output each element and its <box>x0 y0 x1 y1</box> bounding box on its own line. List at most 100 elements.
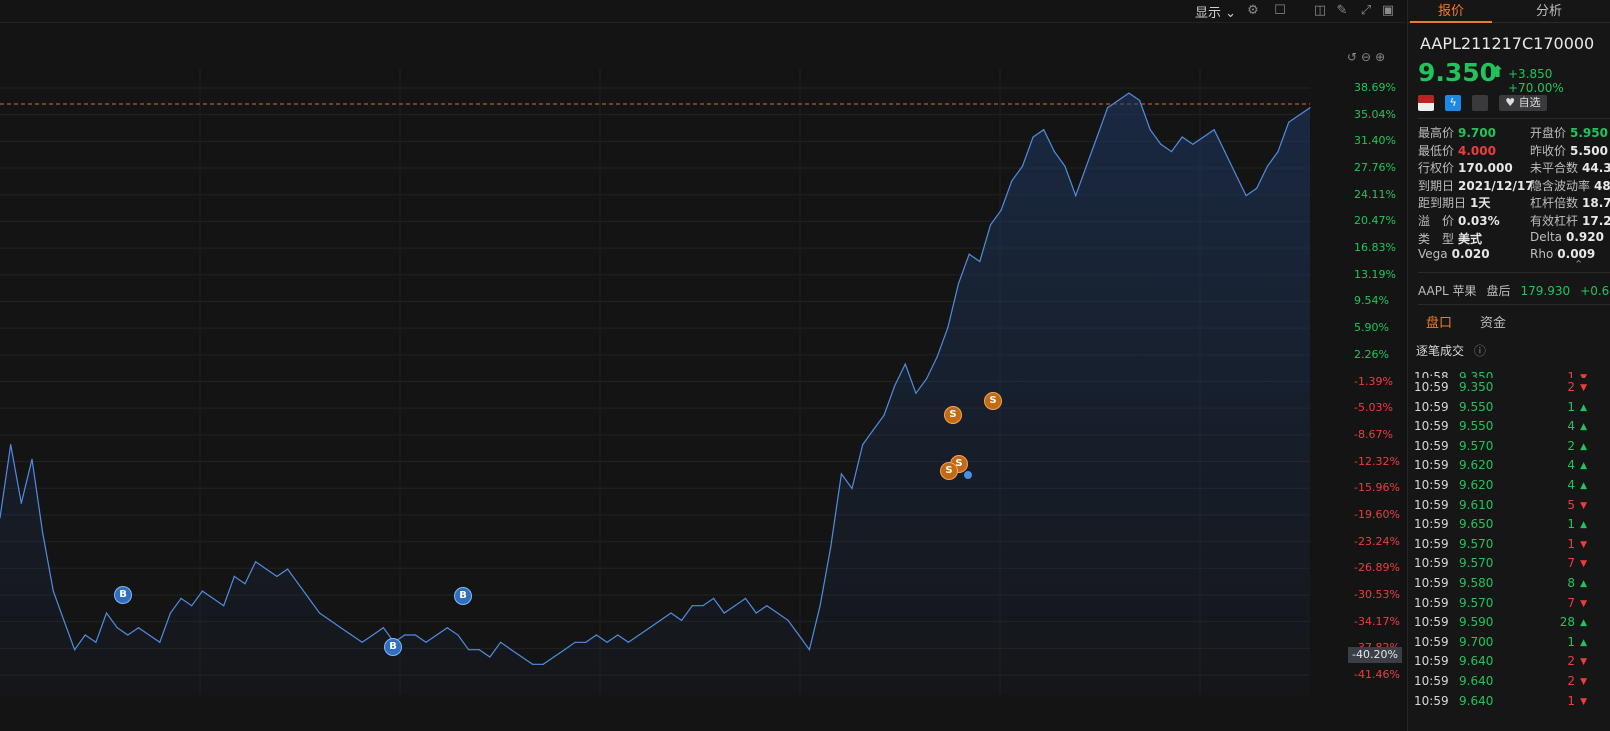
stat-value: 48. <box>1594 178 1610 193</box>
settings-icon[interactable]: ⚙ <box>1245 3 1261 19</box>
data-point <box>63 619 65 622</box>
stat-row: 最高价 9.700 <box>1418 124 1496 141</box>
data-point <box>201 590 203 592</box>
data-point <box>74 649 76 651</box>
data-point <box>1096 136 1098 138</box>
data-point <box>1021 165 1024 167</box>
trade-time: 10:59 <box>1414 693 1449 708</box>
data-point <box>105 612 108 614</box>
data-point <box>1043 129 1045 131</box>
checkbox-icon[interactable]: ☐ <box>1272 3 1288 19</box>
trade-price: 9.620 <box>1459 477 1494 492</box>
us-flag-icon <box>1418 94 1434 111</box>
down-triangle-icon: ▼ <box>1580 696 1587 707</box>
trades-header: 逐笔成交 ⓘ <box>1416 342 1486 359</box>
buy-marker[interactable]: B <box>114 586 132 604</box>
active-tab-indicator <box>1410 21 1492 23</box>
tab-analysis[interactable]: 分析 <box>1536 0 1562 19</box>
data-point <box>255 561 257 563</box>
data-point <box>1107 107 1109 109</box>
trade-volume: 1 <box>1567 370 1575 378</box>
down-triangle-icon: ▼ <box>1580 383 1587 393</box>
up-triangle-icon: ▲ <box>1580 520 1587 531</box>
y-tick-label: 20.47% <box>1354 214 1396 228</box>
current-value-label: -40.20% <box>1348 647 1402 663</box>
data-point <box>1000 209 1002 211</box>
data-point <box>244 583 246 585</box>
data-point <box>1288 121 1290 123</box>
data-point <box>159 641 161 643</box>
trade-row: 10:59 9.570 7 ▼ <box>1408 594 1610 614</box>
chart-area[interactable]: 显示 ⌄ ⚙ ☐ ◫ ✎ ⤢ ▣ ↺⊖⊕ 38.69% 35.04% 31.40% 2… <box>0 0 1405 731</box>
tab-order-book[interactable]: 盘口 <box>1426 312 1452 331</box>
collapse-icon[interactable]: ⌃ <box>1574 258 1583 271</box>
add-favorite-button[interactable]: ♥ 自选 <box>1499 94 1547 111</box>
data-point <box>1117 99 1119 101</box>
sidebar-toggle-icon[interactable]: ▣ <box>1380 3 1396 19</box>
display-menu[interactable]: 显示 ⌄ <box>1195 2 1236 21</box>
data-point <box>478 649 480 651</box>
down-triangle-icon: ▼ <box>1580 500 1587 511</box>
stat-row: 未平合数44.37 <box>1530 159 1610 176</box>
y-tick-label: 24.11% <box>1354 187 1396 201</box>
data-point <box>1149 129 1151 131</box>
data-point <box>915 392 917 394</box>
camera-icon[interactable]: ◫ <box>1312 3 1328 19</box>
trade-time: 10:59 <box>1414 654 1449 669</box>
fullscreen-icon[interactable]: ⤢ <box>1358 3 1374 19</box>
data-point <box>1298 114 1300 116</box>
data-point <box>404 634 406 636</box>
lightning-icon[interactable]: ϟ <box>1445 94 1462 111</box>
buy-marker[interactable]: B <box>454 587 472 605</box>
up-triangle-icon: ▲ <box>1580 461 1587 472</box>
divider <box>1418 118 1610 119</box>
badge-row: ϟ ♥ 自选 <box>1418 92 1547 111</box>
info-icon[interactable]: ⓘ <box>1474 344 1486 358</box>
data-point <box>787 619 789 622</box>
data-point <box>180 597 182 600</box>
price-area <box>0 93 1310 696</box>
underlying-row[interactable]: AAPL 苹果盘后 179.930 +0.630 <box>1418 282 1610 299</box>
y-tick-label: -30.53% <box>1354 587 1400 601</box>
trade-volume: 2 <box>1567 438 1575 453</box>
up-triangle-icon: ▲ <box>1580 480 1587 491</box>
y-tick-label: -15.96% <box>1354 481 1400 495</box>
trade-price: 9.590 <box>1459 615 1494 630</box>
stat-label: 最高价 <box>1418 126 1455 140</box>
stat-value: 1天 <box>1470 196 1491 211</box>
data-point <box>212 597 214 600</box>
data-point <box>340 627 342 629</box>
buy-marker[interactable]: B <box>384 638 402 656</box>
pencil-icon[interactable]: ✎ <box>1334 3 1350 19</box>
trade-price: 9.550 <box>1459 399 1494 414</box>
trades-list[interactable]: 10:58 9.350 1 ▼ 10:59 9.350 2 ▼ 10:59 9.550 1 ▲ 10:5… <box>1408 368 1610 711</box>
data-point <box>968 253 970 255</box>
tab-funds[interactable]: 资金 <box>1480 312 1506 331</box>
data-point <box>1032 136 1034 138</box>
note-icon[interactable] <box>1472 94 1489 111</box>
up-triangle-icon: ▲ <box>1580 441 1587 452</box>
trade-price: 9.640 <box>1459 673 1494 688</box>
data-point <box>500 641 502 643</box>
trade-volume: 1 <box>1567 517 1575 532</box>
price-chart[interactable] <box>0 45 1345 731</box>
data-point <box>116 627 118 629</box>
sell-marker[interactable]: S <box>940 462 958 480</box>
sell-marker[interactable]: S <box>984 392 1002 410</box>
tab-quote[interactable]: 报价 <box>1438 0 1464 19</box>
sell-marker[interactable]: S <box>944 406 962 424</box>
stat-label: 溢 价 <box>1418 214 1455 228</box>
trade-time: 10:59 <box>1414 673 1449 688</box>
data-point <box>1053 151 1055 153</box>
data-point <box>10 444 12 446</box>
stat-value: 5.950 <box>1570 126 1608 140</box>
trade-time: 10:59 <box>1414 556 1449 571</box>
zoom-controls[interactable]: ↺⊖⊕ <box>1347 50 1389 64</box>
trade-time: 10:59 <box>1414 595 1449 610</box>
quote-tabs: 报价 分析 <box>1408 0 1610 23</box>
stat-value: 170.000 <box>1458 161 1513 176</box>
data-point <box>414 634 416 636</box>
stat-label: 昨收价 <box>1530 143 1567 158</box>
up-triangle-icon: ▲ <box>1580 637 1587 648</box>
trade-row: 10:59 9.640 1 ▼ <box>1408 692 1610 712</box>
